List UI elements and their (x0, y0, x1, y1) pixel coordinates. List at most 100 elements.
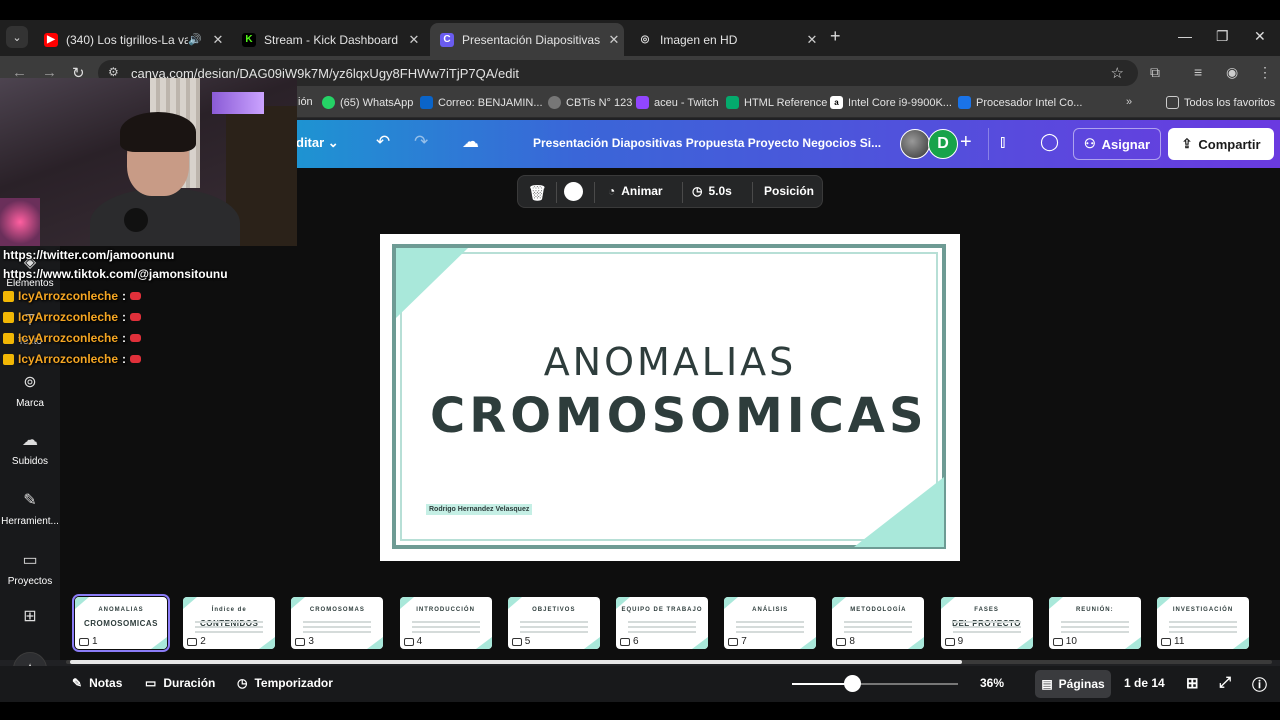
page-thumbnail[interactable]: Índice deCONTENIDOS2 (183, 597, 276, 649)
bookmark-item[interactable]: ión (298, 96, 313, 108)
minimize-icon[interactable]: — (1178, 28, 1192, 44)
page-count[interactable]: 1 de 14 (1124, 676, 1165, 690)
chat-username: IcyArrozconleche (18, 310, 119, 324)
cloud-saved-icon[interactable]: ☁ (462, 132, 479, 152)
page-thumbnail[interactable]: EQUIPO DE TRABAJO 6 (616, 597, 708, 649)
brand-icon: ⊚ (23, 374, 37, 391)
undo-icon[interactable]: ↶ (376, 132, 390, 152)
slide-canvas[interactable]: ANOMALIAS CROMOSOMICAS Rodrigo Hernandez… (380, 234, 960, 561)
share-icon: ⇪ (1181, 136, 1193, 151)
page-number: 2 (200, 636, 206, 647)
comment-icon (187, 637, 198, 646)
help-icon[interactable]: ⓘ (1252, 674, 1267, 695)
close-tab-icon[interactable]: ✕ (404, 32, 424, 48)
page-thumbnail[interactable]: METODOLOGÍA 8 (832, 597, 925, 649)
assign-button[interactable]: ⚇ Asignar (1073, 128, 1161, 160)
extensions-icon[interactable]: ⧉ (1150, 64, 1160, 81)
page-thumbnail[interactable]: ANÁLISIS 7 (724, 597, 817, 649)
close-tab-icon[interactable]: ✕ (604, 32, 624, 48)
media-icon[interactable]: ≡ (1194, 64, 1202, 80)
webcam-microphone (124, 208, 148, 232)
document-title[interactable]: Presentación Diapositivas Propuesta Proy… (533, 136, 881, 150)
close-tab-icon[interactable]: ✕ (208, 32, 228, 48)
duration-toggle[interactable]: ▭ Duración (145, 676, 215, 690)
sidebar-item-marca[interactable]: ⊚ Marca (0, 372, 60, 409)
zoom-level[interactable]: 36% (980, 676, 1004, 690)
tab-kick[interactable]: K Stream - Kick Dashboard ✕ (232, 23, 424, 56)
page-thumbnail[interactable]: FASESDEL PROYECTO9 (940, 597, 1033, 649)
sidebar-item-proyectos[interactable]: ▭ Proyectos (0, 550, 60, 587)
thumbnail-number: 1 (79, 636, 98, 647)
zoom-slider-handle[interactable] (843, 675, 861, 692)
avatar[interactable] (900, 129, 930, 159)
chat-separator: : (122, 289, 127, 303)
apps-icon[interactable]: ⊞ (0, 606, 60, 632)
all-bookmarks[interactable]: Todos los favoritos (1166, 96, 1275, 109)
slide-title-line1[interactable]: ANOMALIAS (380, 340, 960, 384)
bookmark-cbtis[interactable]: CBTis N° 123 (548, 96, 632, 109)
tab-search-icon[interactable]: ⌄ (6, 26, 28, 48)
notes-icon: ✎ (72, 676, 83, 690)
bookmark-html-reference[interactable]: HTML Reference (726, 96, 827, 109)
sidebar-item-herramientas[interactable]: ✎ Herramient... (0, 490, 60, 527)
page-thumbnail[interactable]: ANOMALIAS CROMOSOMICAS 1 (72, 594, 170, 652)
sidebar-item-subidos[interactable]: ☁ Subidos (0, 430, 60, 467)
assign-label: Asignar (1101, 136, 1151, 152)
grid-view-icon[interactable]: ⊞ (1186, 674, 1199, 692)
edit-menu[interactable]: ditar ⌄ (296, 135, 339, 151)
thumbnail-scrollbar[interactable] (70, 660, 962, 664)
analytics-icon[interactable]: ⫾ (1000, 132, 1005, 152)
animate-button[interactable]: ◔ Animar (608, 184, 663, 198)
page-thumbnail[interactable]: CROMOSOMAS 3 (291, 597, 384, 649)
color-picker[interactable] (564, 182, 583, 201)
bookmark-label: HTML Reference (744, 96, 828, 109)
page-thumbnail[interactable]: INVESTIGACIÓN 11 (1157, 597, 1249, 649)
share-button[interactable]: ⇪ Compartir (1168, 128, 1274, 160)
pages-button[interactable]: ▤ Páginas (1035, 670, 1111, 698)
kick-icon: K (242, 32, 256, 47)
chat-separator: : (122, 310, 127, 324)
profile-icon[interactable]: ◉ (1226, 64, 1238, 81)
fullscreen-icon[interactable]: ⤢ (1219, 674, 1231, 691)
tab-youtube[interactable]: ▶ (340) Los tigrillos-La vampira 🔊 ✕ (34, 23, 228, 56)
tab-imagen-hd[interactable]: ◎ Imagen en HD ✕ (628, 23, 822, 56)
avatar-d[interactable]: D (928, 129, 958, 159)
page-thumbnail[interactable]: REUNIÓN: 10 (1048, 597, 1141, 649)
slide-author[interactable]: Rodrigo Hernandez Velasquez (426, 504, 533, 515)
bookmark-amazon[interactable]: a Intel Core i9-9900K... (830, 96, 952, 109)
add-collaborator-icon[interactable]: + (960, 131, 972, 154)
menu-icon[interactable]: ⋮ (1258, 64, 1272, 81)
chevron-down-icon: ⌄ (327, 135, 339, 150)
window-close-icon[interactable]: ✕ (1254, 28, 1266, 45)
chat-username: IcyArrozconleche (18, 331, 119, 345)
youtube-icon: ▶ (44, 32, 58, 47)
new-tab-icon[interactable]: + (830, 26, 841, 47)
close-tab-icon[interactable]: ✕ (802, 32, 822, 48)
slide-title-line2[interactable]: CROMOSOMICAS (430, 388, 924, 444)
comment-icon (79, 637, 89, 646)
decorative-triangle (854, 477, 944, 547)
position-button[interactable]: Posición (764, 184, 814, 198)
bookmark-outlook[interactable]: Correo: BENJAMIN... (420, 96, 543, 109)
bookmark-twitch[interactable]: aceu - Twitch (636, 96, 719, 109)
comment-icon[interactable]: ◯ (1040, 132, 1059, 152)
tab-canva[interactable]: C Presentación Diapositivas Propuesta ✕ (430, 23, 624, 56)
delete-icon[interactable]: 🗑 (528, 184, 547, 202)
thumbnail-title: OBJETIVOS (532, 607, 576, 613)
page-thumbnail[interactable]: OBJETIVOS 5 (507, 597, 600, 649)
more-bookmarks-icon[interactable]: » (1126, 96, 1132, 108)
duration-label: Duración (163, 676, 216, 690)
restore-icon[interactable]: ❐ (1216, 28, 1229, 45)
bookmark-star-icon[interactable]: ☆ (1111, 64, 1124, 82)
speaker-icon[interactable]: 🔊 (188, 33, 202, 46)
thumbnail-title: METODOLOGÍA (850, 607, 907, 613)
duration-button[interactable]: ◷ 5.0s (692, 184, 732, 198)
bookmark-whatsapp[interactable]: (65) WhatsApp (322, 96, 413, 109)
page-thumbnail[interactable]: INTRODUCCIÓN 4 (399, 597, 492, 649)
timer-button[interactable]: ◷ Temporizador (237, 676, 333, 690)
notes-button[interactable]: ✎ Notas (72, 676, 122, 690)
redo-icon[interactable]: ↷ (414, 132, 428, 152)
bookmark-intel[interactable]: Procesador Intel Co... (958, 96, 1082, 109)
site-info-icon[interactable]: ⚙ (108, 65, 119, 79)
outlook-icon (420, 96, 433, 109)
